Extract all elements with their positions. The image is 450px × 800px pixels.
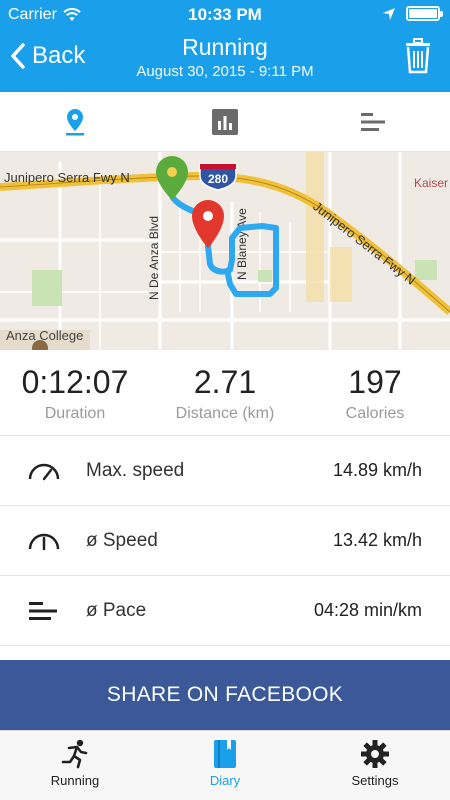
page-title: Running: [182, 34, 268, 60]
map-label-street-2: N Blaney Ave: [235, 208, 249, 280]
tab-map[interactable]: [0, 92, 150, 151]
detail-row-avg-speed: ø Speed 13.42 km/h: [0, 506, 450, 576]
end-pin-icon: [192, 200, 224, 248]
gear-icon: [361, 740, 389, 768]
stat-value: 197: [348, 364, 402, 400]
page-subtitle: August 30, 2015 - 9:11 PM: [136, 63, 314, 80]
detail-row-avg-pace: ø Pace 04:28 min/km: [0, 576, 450, 646]
summary-stats: 0:12:07 Duration 2.71 Distance (km) 197 …: [0, 350, 450, 436]
pace-icon: [29, 601, 57, 620]
diary-icon: [214, 740, 236, 768]
stat-value: 2.71: [193, 364, 257, 400]
view-tabs: [0, 92, 450, 152]
map-pin-icon: [66, 108, 84, 135]
delete-button[interactable]: [404, 38, 432, 79]
map-label-freeway-left: Junipero Serra Fwy N: [4, 170, 130, 185]
detail-name: ø Pace: [86, 599, 147, 621]
speedometer-max-icon: [28, 463, 60, 480]
header: Carrier 10:33 PM Back Running August 30,…: [0, 0, 450, 92]
bottom-tab-label: Diary: [209, 773, 241, 788]
runner-icon: [61, 739, 88, 769]
location-arrow-icon: [383, 7, 395, 20]
trash-icon: [406, 38, 430, 74]
detail-row-max-speed: Max. speed 14.89 km/h: [0, 436, 450, 506]
map-label-freeway-right: Junipero Serra Fwy N: [310, 199, 418, 288]
detail-list: Max. speed 14.89 km/h ø Speed 13.42 km/h…: [0, 436, 450, 646]
bottom-tab-running[interactable]: Running: [0, 731, 150, 800]
speedometer-icon: [28, 533, 60, 550]
interstate-shield-icon: 280: [199, 163, 237, 191]
stat-label: Calories: [345, 405, 405, 422]
bottom-tab-diary[interactable]: Diary: [150, 731, 300, 800]
detail-value: 13.42 km/h: [332, 530, 422, 550]
stat-distance: 2.71 Distance (km): [150, 350, 300, 435]
stat-duration: 0:12:07 Duration: [0, 350, 150, 435]
share-facebook-button[interactable]: SHARE ON FACEBOOK: [0, 660, 450, 730]
map-label-kaiser: Kaiser Med Ce: [414, 176, 450, 190]
bottom-tab-label: Running: [50, 773, 100, 788]
tab-list[interactable]: [300, 92, 450, 151]
status-bar: Carrier 10:33 PM: [0, 0, 450, 30]
title-block: Running August 30, 2015 - 9:11 PM: [0, 34, 450, 80]
bottom-tab-settings[interactable]: Settings: [300, 731, 450, 800]
list-icon: [361, 112, 385, 131]
route-map[interactable]: Junipero Serra Fwy N Junipero Serra Fwy …: [0, 152, 450, 350]
stat-label: Distance (km): [175, 405, 275, 422]
detail-value: 04:28 min/km: [313, 600, 422, 620]
detail-value: 14.89 km/h: [332, 460, 422, 480]
battery-icon: [406, 6, 443, 21]
detail-name: Max. speed: [86, 459, 185, 481]
shield-label: 280: [208, 172, 228, 186]
map-label-street-1: N De Anza Blvd: [147, 216, 161, 300]
detail-name: ø Speed: [86, 529, 158, 551]
bottom-tab-label: Settings: [351, 773, 399, 788]
bar-chart-icon: [212, 108, 238, 135]
stat-label: Duration: [44, 405, 106, 422]
stat-calories: 197 Calories: [300, 350, 450, 435]
stat-value: 0:12:07: [21, 364, 129, 400]
tab-chart[interactable]: [150, 92, 300, 151]
bottom-tab-bar: Running Diary Settings: [0, 730, 450, 800]
map-label-college: Anza College: [6, 328, 83, 343]
